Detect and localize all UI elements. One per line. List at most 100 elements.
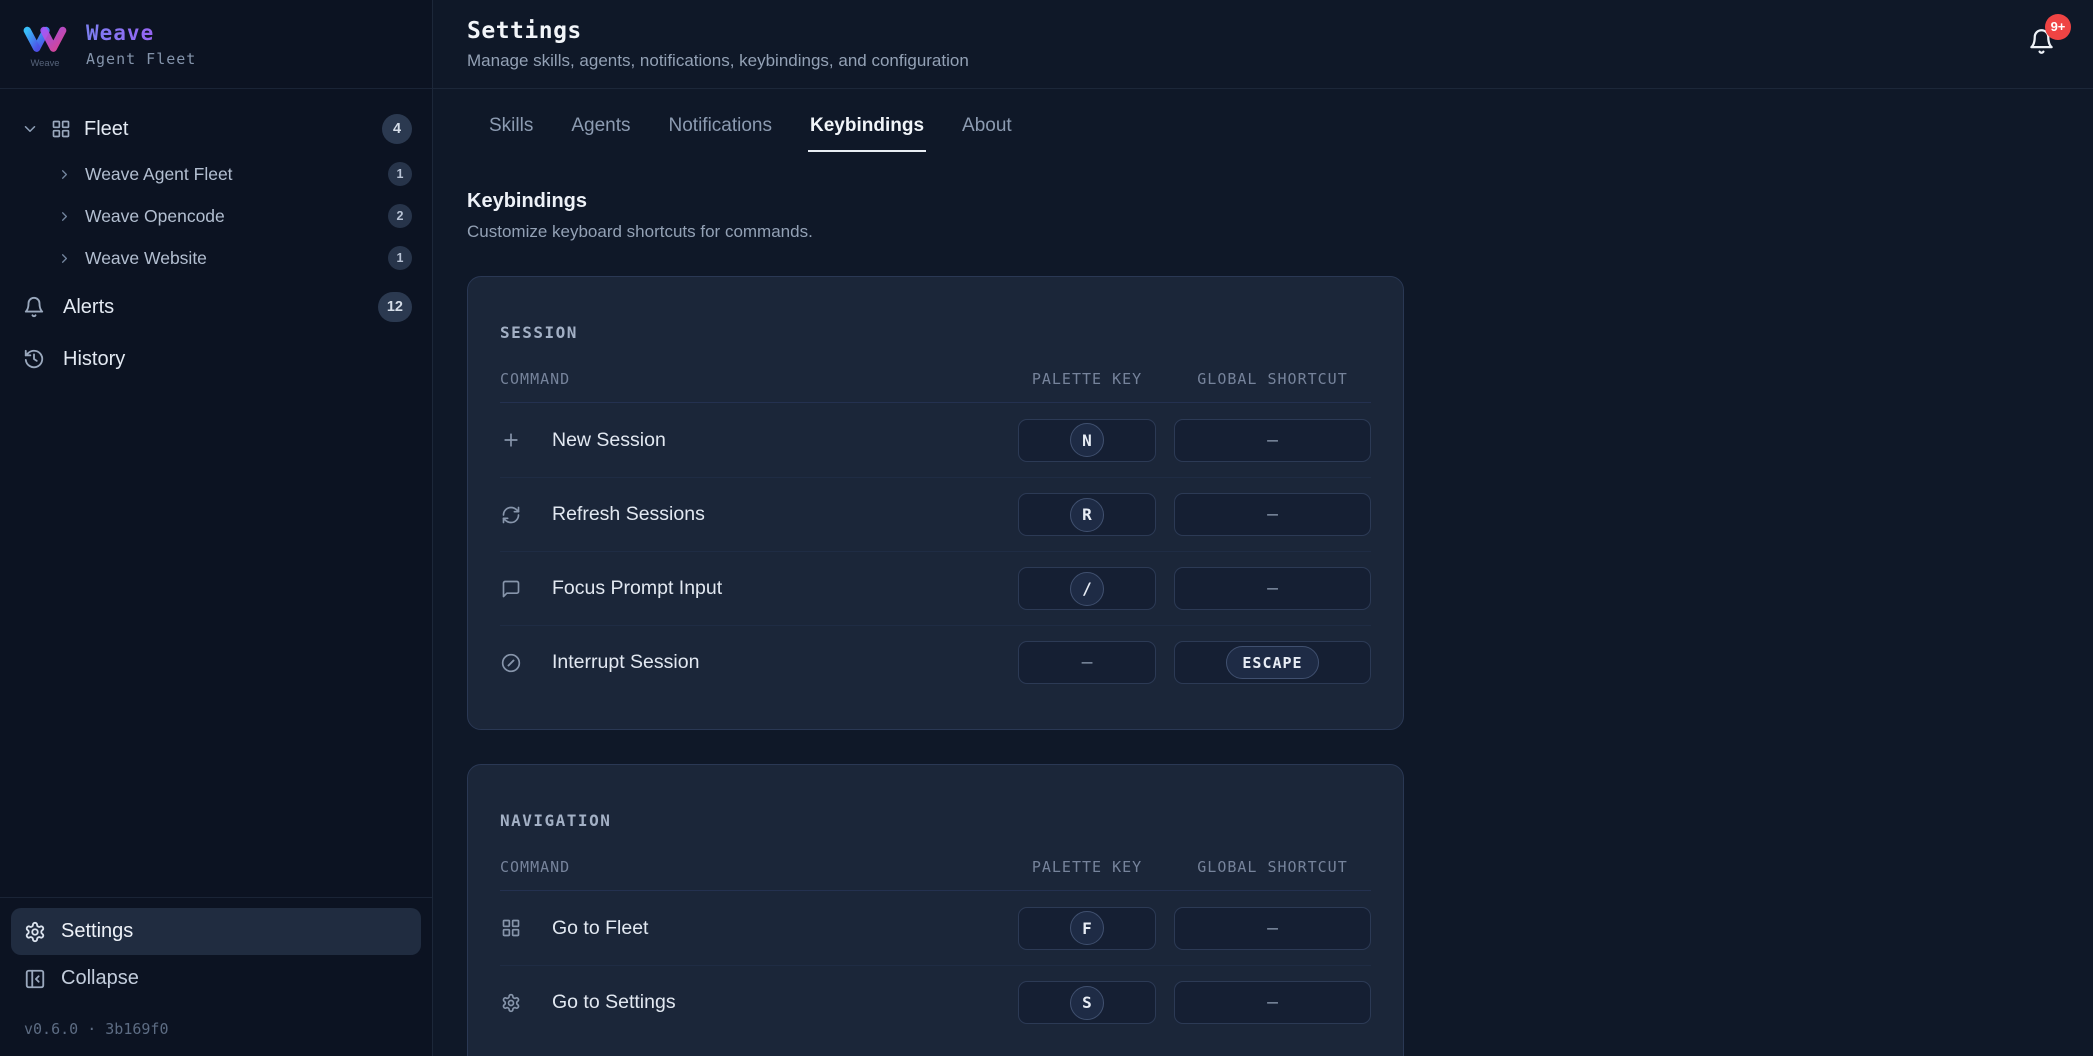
table-header-row: COMMAND PALETTE KEY GLOBAL SHORTCUT <box>500 370 1371 403</box>
section-description: Customize keyboard shortcuts for command… <box>467 222 2059 242</box>
unassigned-dash: – <box>1267 504 1278 525</box>
x-circle-icon <box>500 653 522 673</box>
sidebar-item-weave-website[interactable]: Weave Website 1 <box>0 237 432 279</box>
app-logo-row[interactable]: Weave Weave Agent Fleet <box>0 0 432 89</box>
key-badge: / <box>1070 572 1104 606</box>
keybindings-card-session: SESSIONCOMMANDPALETTE KEYGLOBAL SHORTCUT… <box>467 276 1404 730</box>
app-subtitle: Agent Fleet <box>86 50 196 68</box>
gear-icon <box>500 993 522 1013</box>
sidebar-item-label: Fleet <box>84 118 128 141</box>
column-header: COMMAND <box>500 370 1000 388</box>
global-shortcut-button[interactable]: – <box>1174 981 1371 1024</box>
history-icon <box>23 348 45 370</box>
keybinding-row: Go to SettingsS– <box>500 965 1371 1039</box>
sidebar-item-weave-agent-fleet[interactable]: Weave Agent Fleet 1 <box>0 153 432 195</box>
bell-icon <box>23 296 45 318</box>
panel-collapse-icon <box>24 968 46 990</box>
command-label: New Session <box>552 429 1000 452</box>
key-badge: N <box>1070 423 1104 457</box>
settings-content: Skills Agents Notifications Keybindings Abou… <box>433 89 2093 1056</box>
key-badge: R <box>1070 498 1104 532</box>
tab-agents[interactable]: Agents <box>569 115 632 152</box>
keybinding-row: Focus Prompt Input/– <box>500 551 1371 625</box>
sidebar-item-settings[interactable]: Settings <box>11 908 421 955</box>
global-shortcut-button[interactable]: – <box>1174 567 1371 610</box>
key-badge: ESCAPE <box>1226 646 1318 679</box>
column-header: GLOBAL SHORTCUT <box>1174 858 1371 876</box>
sidebar-item-label: Collapse <box>61 967 139 990</box>
alerts-count-badge: 12 <box>378 292 412 322</box>
sidebar-item-label: Alerts <box>63 296 114 319</box>
palette-key-button[interactable]: S <box>1018 981 1156 1024</box>
fleet-count-badge: 4 <box>382 114 412 144</box>
sidebar-item-alerts[interactable]: Alerts 12 <box>0 283 432 331</box>
command-label: Go to Fleet <box>552 917 1000 940</box>
global-shortcut-button[interactable]: – <box>1174 907 1371 950</box>
sidebar-item-label: History <box>63 348 125 371</box>
keybinding-row: New Session N – <box>500 403 1371 477</box>
card-section-label: NAVIGATION <box>500 811 1371 830</box>
session-count-badge: 2 <box>388 204 412 228</box>
column-header: GLOBAL SHORTCUT <box>1174 370 1371 388</box>
section-heading: Keybindings <box>467 190 2059 213</box>
logo-watermark-text: Weave <box>31 58 60 68</box>
key-badge: S <box>1070 986 1104 1020</box>
sidebar-subitem-label: Weave Opencode <box>85 206 225 227</box>
sidebar-item-fleet[interactable]: Fleet 4 <box>0 105 432 153</box>
table-header-row: COMMANDPALETTE KEYGLOBAL SHORTCUT <box>500 858 1371 891</box>
keybinding-row: Go to Fleet F – <box>500 891 1371 965</box>
session-count-badge: 1 <box>388 162 412 186</box>
page-title: Settings <box>467 18 969 44</box>
palette-key-button[interactable]: – <box>1018 641 1156 684</box>
palette-key-button[interactable]: R <box>1018 493 1156 536</box>
tab-skills[interactable]: Skills <box>487 115 535 152</box>
sidebar-item-history[interactable]: History <box>0 335 432 383</box>
keybinding-row: Interrupt Session – ESCAPE <box>500 625 1371 699</box>
main-panel: Settings Manage skills, agents, notifica… <box>433 0 2093 1056</box>
sidebar-spacer <box>0 383 432 897</box>
notifications-button[interactable]: 9+ <box>2022 22 2061 61</box>
chevron-right-icon <box>57 251 72 266</box>
sidebar-item-label: Settings <box>61 920 133 943</box>
settings-tabs: Skills Agents Notifications Keybindings Abou… <box>467 115 2059 152</box>
column-header: COMMAND <box>500 858 1000 876</box>
tab-about[interactable]: About <box>960 115 1014 152</box>
global-shortcut-button[interactable]: – <box>1174 493 1371 536</box>
palette-key-button[interactable]: F <box>1018 907 1156 950</box>
palette-key-button[interactable]: N <box>1018 419 1156 462</box>
app-version: v0.6.0 · 3b169f0 <box>11 1002 421 1046</box>
grid-icon <box>500 918 522 938</box>
sidebar-item-collapse[interactable]: Collapse <box>11 955 421 1002</box>
app-title: Weave <box>86 21 196 45</box>
global-shortcut-button[interactable]: – <box>1174 419 1371 462</box>
page-header: Settings Manage skills, agents, notifica… <box>433 0 2093 89</box>
chevron-down-icon <box>21 120 39 138</box>
chevron-right-icon <box>57 209 72 224</box>
command-label: Interrupt Session <box>552 651 1000 674</box>
unassigned-dash: – <box>1082 652 1093 673</box>
unassigned-dash: – <box>1267 992 1278 1013</box>
keybinding-row: Refresh Sessions R – <box>500 477 1371 551</box>
chevron-right-icon <box>57 167 72 182</box>
message-square-icon <box>500 579 522 599</box>
keybinding-cards: SESSIONCOMMANDPALETTE KEYGLOBAL SHORTCUT… <box>467 276 2059 1056</box>
sidebar-nav: Fleet 4 Weave Agent Fleet 1 Weave Openco… <box>0 89 432 383</box>
global-shortcut-button[interactable]: ESCAPE <box>1174 641 1371 684</box>
sidebar-footer: Settings Collapse v0.6.0 · 3b169f0 <box>0 897 432 1056</box>
sidebar-subitem-label: Weave Website <box>85 248 207 269</box>
palette-key-button[interactable]: / <box>1018 567 1156 610</box>
unassigned-dash: – <box>1267 918 1278 939</box>
session-count-badge: 1 <box>388 246 412 270</box>
unassigned-dash: – <box>1267 578 1278 599</box>
tab-keybindings[interactable]: Keybindings <box>808 115 926 152</box>
sidebar-item-weave-opencode[interactable]: Weave Opencode 2 <box>0 195 432 237</box>
refresh-icon <box>500 505 522 525</box>
keybindings-card-navigation: NAVIGATION COMMANDPALETTE KEYGLOBAL SHORT… <box>467 764 1404 1056</box>
fleet-grid-icon <box>51 119 71 139</box>
key-badge: F <box>1070 911 1104 945</box>
column-header: PALETTE KEY <box>1018 370 1156 388</box>
sidebar: Weave Weave Agent Fleet Fleet 4 <box>0 0 433 1056</box>
tab-notifications[interactable]: Notifications <box>667 115 775 152</box>
notification-count-badge: 9+ <box>2045 14 2071 40</box>
command-label: Refresh Sessions <box>552 503 1000 526</box>
